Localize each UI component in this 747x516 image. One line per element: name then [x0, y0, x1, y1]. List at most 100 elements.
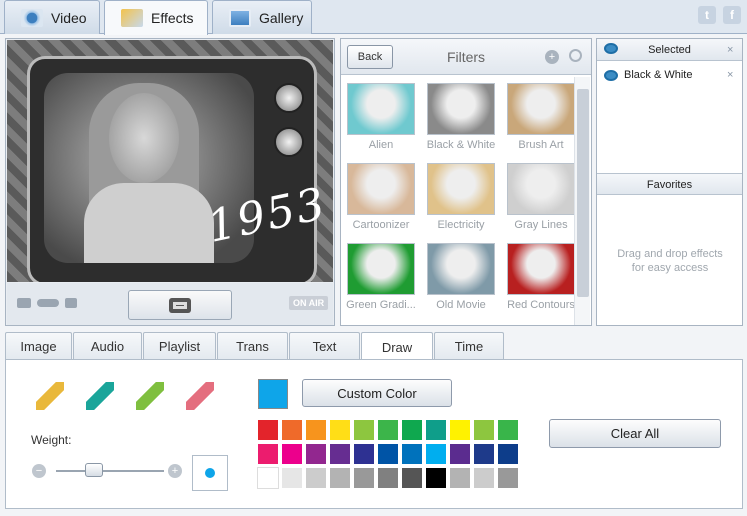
color-swatch[interactable]	[353, 419, 375, 441]
weight-slider-thumb[interactable]	[84, 463, 103, 477]
filter-item[interactable]: Red Contours	[507, 243, 577, 311]
filter-label: Cartoonizer	[352, 219, 410, 231]
twitter-icon[interactable]: t	[698, 6, 716, 24]
color-swatch[interactable]	[473, 443, 495, 465]
filters-panel: Back Filters + Alien Black & White Brush A…	[340, 38, 592, 326]
tab-video[interactable]: Video	[4, 0, 100, 34]
color-swatch[interactable]	[281, 419, 303, 441]
weight-label: Weight:	[31, 433, 72, 447]
color-swatch[interactable]	[425, 419, 447, 441]
eraser-icon[interactable]	[186, 382, 214, 410]
color-swatch[interactable]	[401, 419, 423, 441]
brush-icon[interactable]	[86, 382, 114, 410]
filter-thumbnail	[507, 83, 575, 135]
eye-icon[interactable]	[604, 43, 618, 54]
brush-size-preview	[192, 455, 228, 491]
color-swatch[interactable]	[329, 467, 351, 489]
filters-header: Back Filters +	[341, 39, 591, 75]
scrollbar-thumb[interactable]	[577, 89, 589, 297]
filter-item[interactable]: Alien	[347, 83, 417, 151]
weight-slider[interactable]	[56, 470, 164, 472]
tab-gallery[interactable]: Gallery	[212, 0, 312, 34]
filters-scrollbar[interactable]	[574, 77, 590, 325]
take-snapshot-button[interactable]	[128, 290, 232, 320]
tab-time[interactable]: Time	[434, 332, 504, 360]
color-swatch[interactable]	[257, 419, 279, 441]
selected-item[interactable]: Black & White ×	[597, 65, 742, 85]
filter-item[interactable]: Electricity	[427, 163, 497, 231]
filter-thumbnail	[507, 163, 575, 215]
color-swatch[interactable]	[401, 443, 423, 465]
mode-toggle[interactable]	[37, 299, 59, 307]
tab-text[interactable]: Text	[289, 332, 360, 360]
webcam-icon	[21, 8, 43, 27]
color-swatch[interactable]	[257, 443, 279, 465]
custom-color-button[interactable]: Custom Color	[302, 379, 452, 407]
color-swatch[interactable]	[425, 467, 447, 489]
current-color-swatch[interactable]	[258, 379, 288, 409]
color-swatch[interactable]	[305, 419, 327, 441]
color-swatch[interactable]	[449, 419, 471, 441]
color-swatch[interactable]	[305, 443, 327, 465]
color-swatch[interactable]	[497, 419, 519, 441]
tab-draw[interactable]: Draw	[361, 332, 433, 361]
clear-all-button[interactable]: Clear All	[549, 419, 721, 448]
filter-item[interactable]: Gray Lines	[507, 163, 577, 231]
close-icon[interactable]: ×	[727, 39, 733, 61]
search-icon[interactable]	[569, 49, 582, 62]
paint-bucket-icon[interactable]	[136, 382, 164, 410]
filter-item[interactable]: Brush Art	[507, 83, 577, 151]
filter-thumbnail	[347, 83, 415, 135]
color-swatch[interactable]	[473, 467, 495, 489]
favorites-header: Favorites	[597, 173, 742, 195]
back-button[interactable]: Back	[347, 45, 393, 69]
color-swatch[interactable]	[497, 467, 519, 489]
on-air-badge: ON AIR	[289, 296, 329, 310]
color-swatch[interactable]	[305, 467, 327, 489]
selected-title: Selected	[648, 44, 691, 56]
filters-title: Filters	[446, 49, 486, 65]
pencil-icon[interactable]	[36, 382, 64, 410]
increase-weight-icon[interactable]: +	[168, 464, 182, 478]
filter-label: Green Gradi...	[346, 299, 416, 311]
filter-item[interactable]: Cartoonizer	[347, 163, 417, 231]
filter-thumbnail	[347, 163, 415, 215]
color-swatch[interactable]	[377, 467, 399, 489]
color-swatch[interactable]	[353, 443, 375, 465]
color-swatch[interactable]	[449, 443, 471, 465]
filter-item[interactable]: Black & White	[427, 83, 497, 151]
color-swatch[interactable]	[353, 467, 375, 489]
remove-effect-icon[interactable]: ×	[727, 69, 733, 81]
effects-icon	[121, 9, 143, 27]
color-swatch[interactable]	[329, 419, 351, 441]
color-swatch[interactable]	[449, 467, 471, 489]
tab-trans[interactable]: Trans	[217, 332, 288, 360]
filter-item[interactable]: Green Gradi...	[346, 243, 417, 311]
tab-image[interactable]: Image	[5, 332, 72, 360]
tv-knob-icon	[274, 127, 304, 157]
color-swatch[interactable]	[377, 443, 399, 465]
color-swatch[interactable]	[257, 467, 279, 489]
tab-audio[interactable]: Audio	[73, 332, 142, 360]
color-swatch[interactable]	[401, 467, 423, 489]
color-swatch[interactable]	[377, 419, 399, 441]
color-swatch[interactable]	[425, 443, 447, 465]
color-swatch[interactable]	[281, 467, 303, 489]
tab-effects[interactable]: Effects	[104, 0, 208, 35]
color-swatch[interactable]	[497, 443, 519, 465]
filter-thumbnail	[347, 243, 415, 295]
video-mode-icon[interactable]	[17, 298, 31, 308]
color-swatch[interactable]	[329, 443, 351, 465]
eye-icon[interactable]	[604, 70, 618, 81]
color-swatch[interactable]	[473, 419, 495, 441]
filter-thumbnail	[427, 83, 495, 135]
favorites-hint: Drag and drop effects for easy access	[617, 248, 723, 274]
decrease-weight-icon[interactable]: −	[32, 464, 46, 478]
color-swatch[interactable]	[281, 443, 303, 465]
selected-header: Selected ×	[597, 39, 742, 61]
add-filter-icon[interactable]: +	[545, 50, 559, 64]
filter-item[interactable]: Old Movie	[427, 243, 497, 311]
facebook-icon[interactable]: f	[723, 6, 741, 24]
photo-mode-icon[interactable]	[65, 298, 77, 308]
tab-playlist[interactable]: Playlist	[143, 332, 216, 360]
